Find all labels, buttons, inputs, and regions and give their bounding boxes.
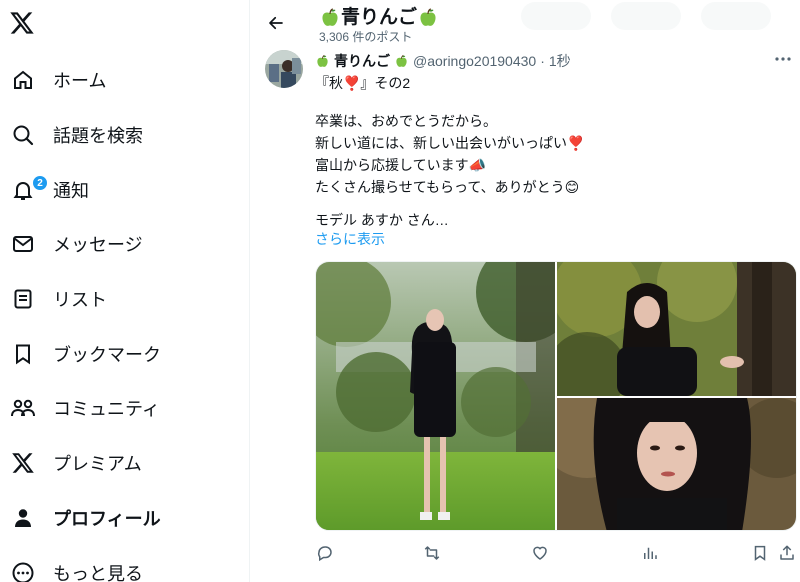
author-handle[interactable]: @aoringo20190430	[413, 53, 536, 69]
nav-communities[interactable]: コミュニティ	[0, 386, 240, 430]
nav-more[interactable]: もっと見る	[0, 551, 240, 582]
reply-icon[interactable]	[315, 543, 335, 563]
x-logo-icon[interactable]	[9, 10, 37, 38]
nav-explore[interactable]: 話題を検索	[0, 113, 240, 157]
nav-label-lists: リスト	[53, 290, 107, 310]
bell-icon: 2	[10, 175, 48, 203]
share-icon[interactable]	[777, 543, 797, 563]
separator-dot: ·	[540, 53, 545, 69]
tweet-line: 『秋❣️』その2	[315, 75, 411, 91]
arrow-left-icon	[269, 16, 283, 30]
avatar[interactable]	[265, 50, 303, 88]
green-apple-icon	[396, 54, 407, 67]
photo-1[interactable]	[316, 262, 555, 530]
community-icon	[10, 395, 36, 421]
notification-badge: 2	[32, 175, 48, 191]
show-more-link[interactable]: さらに表示	[315, 229, 385, 249]
nav-bookmarks[interactable]: ブックマーク	[0, 332, 240, 376]
author-name[interactable]: 青りんご	[334, 51, 390, 71]
media-grid	[315, 261, 797, 531]
nav-home[interactable]: ホーム	[0, 58, 240, 102]
photo-3[interactable]	[557, 398, 796, 530]
nav-messages[interactable]: メッセージ	[0, 222, 240, 266]
like-icon[interactable]	[530, 543, 550, 563]
tweet-line: たくさん撮らせてもらって、ありがとう😊	[315, 179, 580, 195]
ellipsis-icon	[775, 57, 791, 61]
home-icon	[10, 67, 36, 93]
nav-label-bookmarks: ブックマーク	[53, 345, 161, 365]
retweet-icon[interactable]	[422, 543, 442, 563]
green-apple-icon	[420, 8, 436, 26]
views-icon[interactable]	[640, 543, 660, 563]
x-premium-icon	[10, 450, 36, 476]
profile-icon	[10, 505, 36, 531]
tweet-line: 富山から応援しています📣	[315, 157, 487, 173]
bookmark-icon[interactable]	[750, 543, 770, 563]
nav-lists[interactable]: リスト	[0, 277, 240, 321]
photo-2[interactable]	[557, 262, 796, 396]
tweet-header: 青りんご @aoringo20190430 · 1秒	[315, 51, 571, 71]
nav-label-more: もっと見る	[53, 564, 143, 582]
green-apple-icon	[322, 8, 338, 26]
more-options-button[interactable]	[772, 50, 794, 68]
sidebar: ホーム 話題を検索 2 通知 メッセージ リスト ブックマーク コミュニティ プ…	[0, 0, 250, 582]
search-icon	[10, 122, 36, 148]
nav-label-communities: コミュニティ	[53, 399, 160, 419]
list-icon	[10, 286, 36, 312]
nav-label-home: ホーム	[53, 71, 107, 91]
post-count: 3,306 件のポスト	[319, 30, 413, 44]
blurred-header-overlay	[511, 2, 800, 32]
nav-label-explore: 話題を検索	[53, 126, 143, 146]
more-circle-icon	[10, 560, 36, 582]
nav-label-profile: プロフィール	[53, 509, 161, 529]
main-column: 青りんご 3,306 件のポスト 青りんご @aoringo20190430 ·…	[251, 0, 800, 582]
nav-profile[interactable]: プロフィール	[0, 496, 240, 540]
tweet-line: 新しい道には、新しい出会いがいっぱい❣️	[315, 135, 585, 151]
tweet-line: 卒業は、おめでとうだから。	[315, 113, 497, 129]
page-title: 青りんご	[319, 2, 439, 29]
page-title-text: 青りんご	[341, 7, 418, 28]
mail-icon	[10, 231, 36, 257]
tweet-time[interactable]: 1秒	[549, 51, 571, 71]
nav-label-notifications: 通知	[53, 181, 89, 201]
nav-label-premium: プレミアム	[53, 454, 142, 474]
nav-premium[interactable]: プレミアム	[0, 441, 240, 485]
back-button[interactable]	[261, 8, 291, 38]
tweet-actions	[315, 543, 797, 565]
bookmark-icon	[10, 341, 36, 367]
nav-notifications[interactable]: 2 通知	[0, 168, 240, 212]
nav-label-messages: メッセージ	[53, 235, 143, 255]
green-apple-icon	[317, 54, 328, 67]
tweet-line: モデル あすか さん…	[315, 212, 449, 228]
